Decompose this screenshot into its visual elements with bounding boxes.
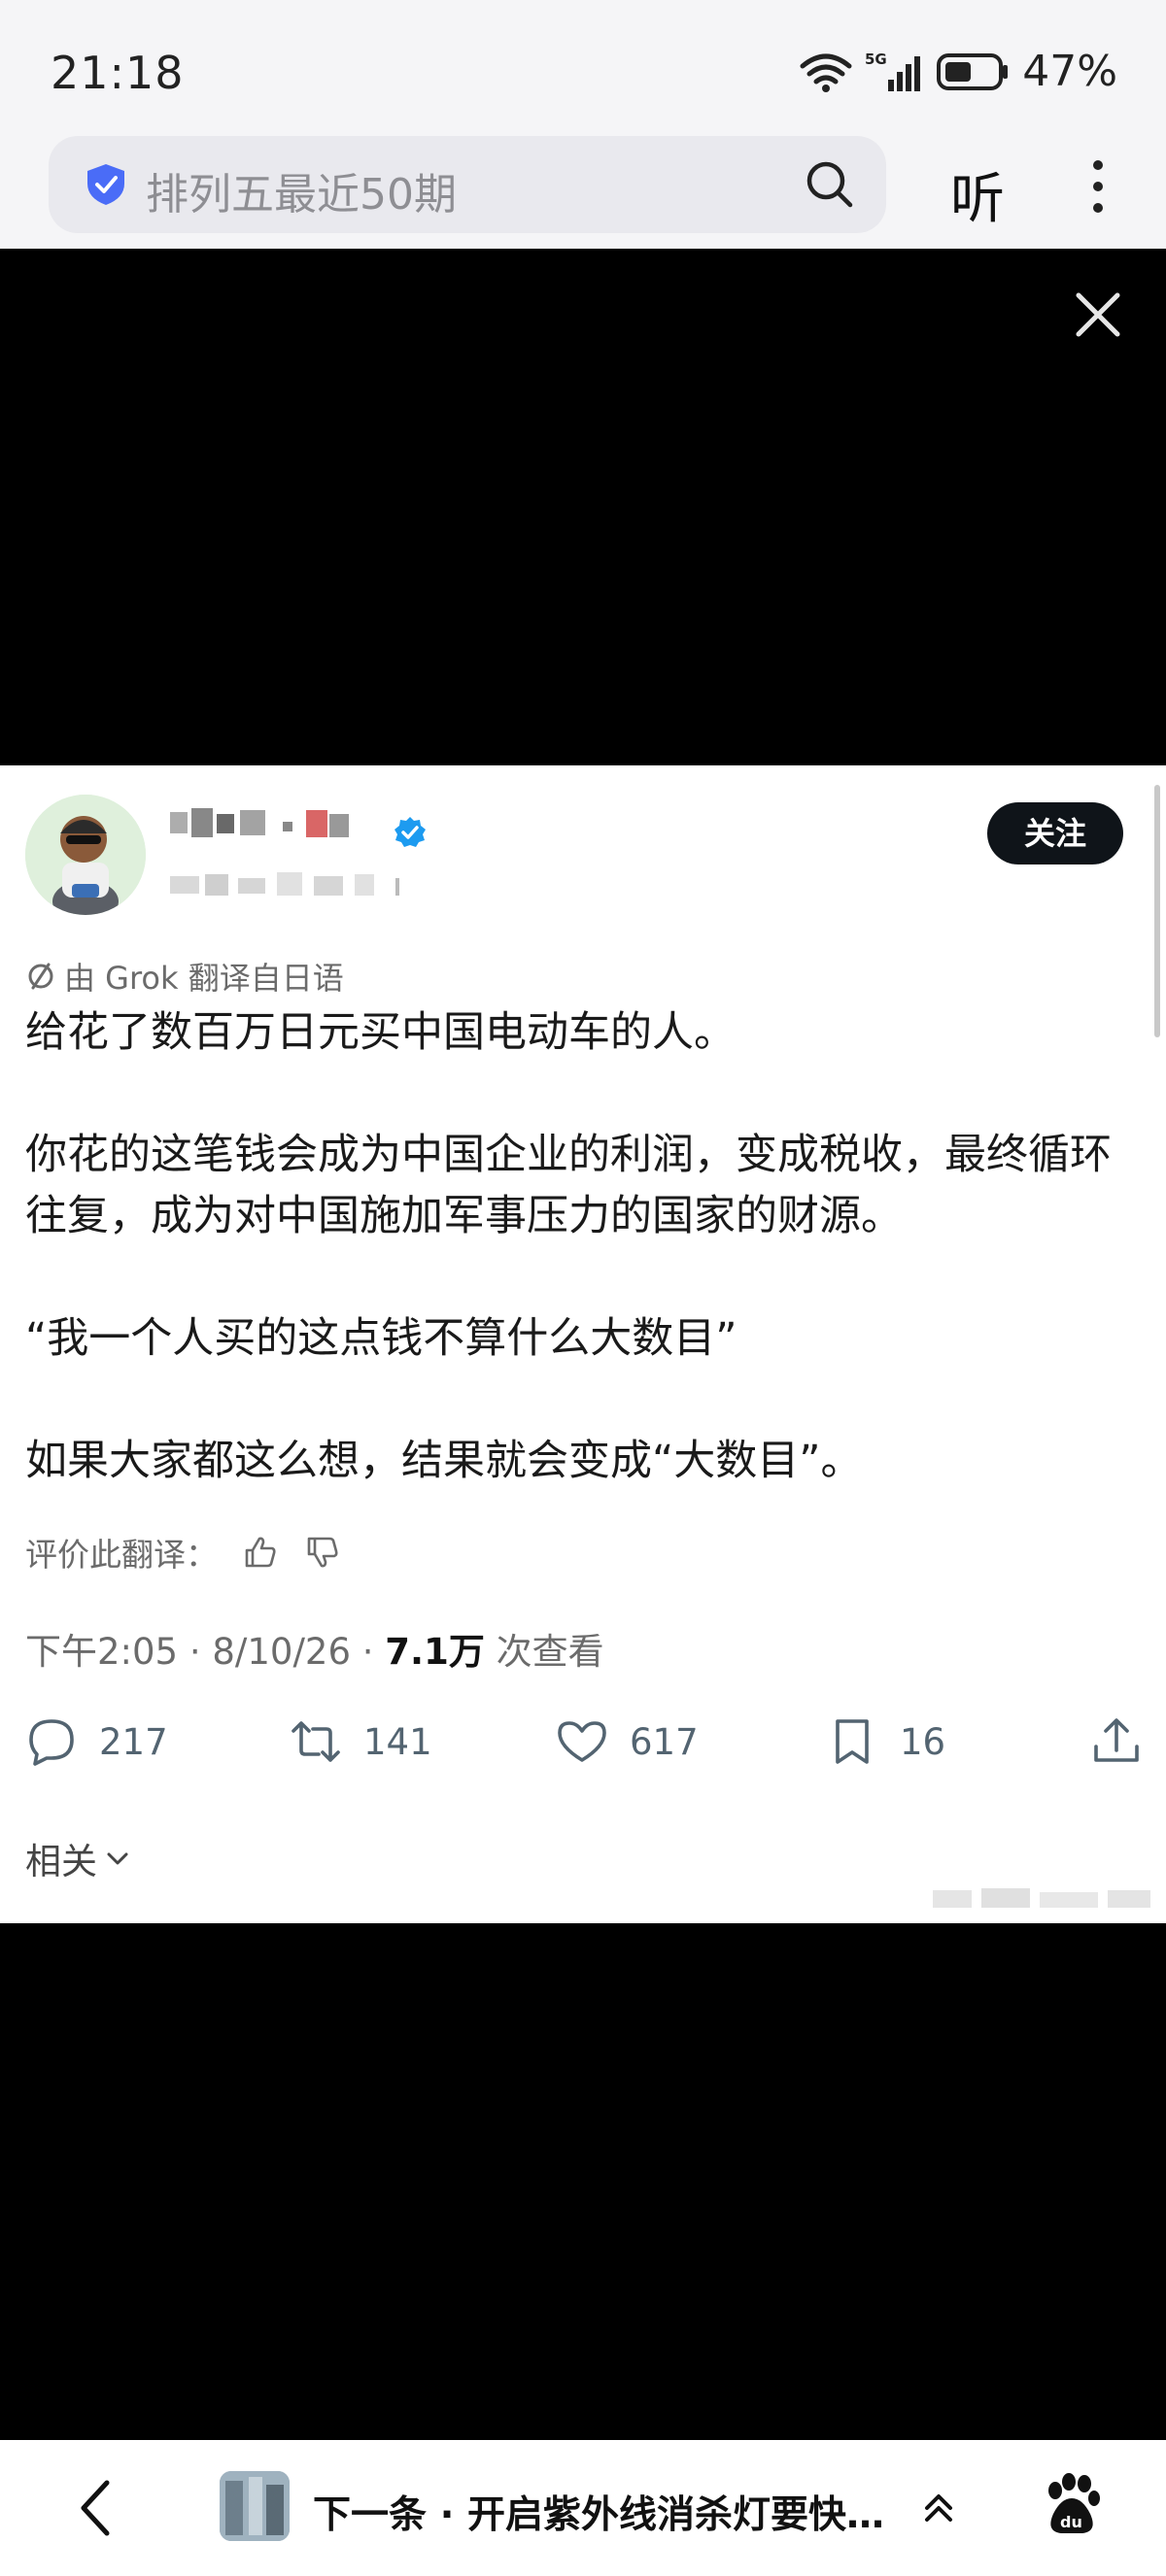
avatar-illustration (25, 795, 146, 915)
tweet-time-date: 下午2:05 · 8/10/26 · (25, 1631, 386, 1673)
signal-5g-icon: 5G (865, 51, 921, 91)
tweet-meta: 下午2:05 · 8/10/26 · 7.1万 次查看 (25, 1622, 604, 1675)
browser-toolbar: 排列五最近50期 听 (0, 136, 1166, 249)
battery-icon (937, 52, 1009, 90)
search-icon[interactable] (805, 159, 855, 210)
heart-icon (558, 1721, 606, 1762)
like-action[interactable]: 617 (556, 1715, 699, 1768)
search-query[interactable]: 排列五最近50期 (146, 159, 457, 221)
verified-badge-icon (394, 817, 426, 847)
tweet-actions: 217 141 617 16 (25, 1715, 1143, 1774)
battery-percent: 47% (1022, 47, 1117, 96)
reply-icon (29, 1719, 74, 1766)
close-icon[interactable] (1075, 291, 1121, 338)
share-icon (1094, 1718, 1139, 1762)
next-item-thumbnail[interactable] (220, 2471, 290, 2541)
baidu-paw-icon[interactable]: du (1042, 2473, 1102, 2537)
retweet-icon (292, 1721, 340, 1762)
thumbnail-image (220, 2471, 290, 2541)
image-viewer-backdrop-top (0, 249, 1166, 765)
status-time: 21:18 (51, 47, 185, 99)
translation-note: 由 Grok 翻译自日语 (25, 954, 344, 999)
view-count: 7.1万 (385, 1631, 485, 1673)
bookmark-count: 16 (900, 1720, 946, 1763)
redacted-strip (933, 1888, 1150, 1908)
bookmark-icon (836, 1719, 869, 1764)
thumbs-down-icon[interactable] (303, 1533, 342, 1572)
scrollbar[interactable] (1154, 785, 1160, 1037)
tweet-screenshot-card: 关注 由 Grok 翻译自日语 给花了数百万日元买中国电动车的人。 你花的这笔钱… (0, 765, 1166, 1923)
rate-label: 评价此翻译： (25, 1536, 218, 1574)
like-count: 617 (630, 1720, 699, 1763)
next-item-title[interactable]: 下一条 · 开启紫外线消杀灯要快… (313, 2485, 896, 2539)
share-action[interactable] (1090, 1715, 1143, 1768)
status-bar: 21:18 5G 47% (0, 0, 1166, 136)
listen-button[interactable]: 听 (950, 155, 1005, 234)
avatar (25, 795, 146, 915)
view-suffix: 次查看 (484, 1631, 604, 1673)
tweet-paragraph: “我一个人买的这点钱不算什么大数目” (25, 1314, 737, 1363)
back-arrow-icon[interactable] (74, 2477, 117, 2539)
tweet-text: 给花了数百万日元买中国电动车的人。 你花的这笔钱会成为中国企业的利润，变成税收，… (25, 1002, 1143, 1492)
svg-text:du: du (1060, 2513, 1082, 2531)
follow-button[interactable]: 关注 (987, 802, 1123, 864)
bottom-navigation: 下一条 · 开启紫外线消杀灯要快… du (0, 2440, 1166, 2576)
retweet-action[interactable]: 141 (290, 1715, 432, 1768)
shield-check-icon (87, 164, 124, 205)
handle-redacted (170, 872, 399, 896)
related-label: 相关 (25, 1841, 97, 1882)
tweet-paragraph: 你花的这笔钱会成为中国企业的利润，变成税收，最终循环往复，成为对中国施加军事压力… (25, 1131, 1112, 1240)
reply-count: 217 (99, 1720, 168, 1763)
translate-slash-icon (28, 963, 53, 990)
bookmark-action[interactable]: 16 (826, 1715, 945, 1768)
image-viewer-backdrop-bottom (0, 1923, 1166, 2440)
status-indicators: 5G 47% (799, 47, 1117, 96)
translation-note-text: 由 Grok 翻译自日语 (64, 960, 344, 997)
rate-translation: 评价此翻译： (25, 1529, 342, 1576)
tweet-paragraph: 给花了数百万日元买中国电动车的人。 (25, 1008, 736, 1057)
wifi-icon (800, 53, 852, 92)
tweet-paragraph: 如果大家都这么想，结果就会变成“大数目”。 (25, 1437, 863, 1485)
related-toggle[interactable]: 相关 (25, 1832, 132, 1884)
svg-text:5G: 5G (865, 51, 887, 68)
username-redacted (170, 808, 349, 837)
chevron-up-icon[interactable] (921, 2489, 956, 2527)
search-box[interactable]: 排列五最近50期 (49, 136, 886, 233)
retweet-count: 141 (363, 1720, 432, 1763)
thumbs-up-icon[interactable] (241, 1533, 280, 1572)
more-vertical-icon[interactable] (1086, 155, 1110, 218)
reply-action[interactable]: 217 (25, 1715, 168, 1768)
chevron-down-icon (107, 1852, 128, 1865)
